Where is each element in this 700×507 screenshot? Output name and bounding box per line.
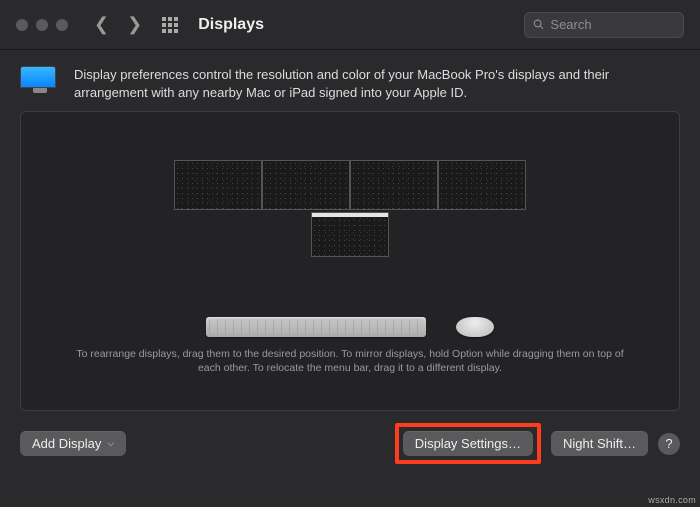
toolbar: ❮ ❯ Displays <box>0 0 700 50</box>
forward-button[interactable]: ❯ <box>127 14 142 35</box>
display-settings-label: Display Settings… <box>415 436 521 451</box>
night-shift-button[interactable]: Night Shift… <box>551 431 648 456</box>
search-field[interactable] <box>524 12 684 38</box>
window-controls <box>16 19 68 31</box>
watermark: wsxdn.com <box>648 495 696 505</box>
macbook-display[interactable] <box>311 212 389 257</box>
description-row: Display preferences control the resoluti… <box>0 50 700 111</box>
menu-bar-indicator[interactable] <box>312 213 388 217</box>
external-display-1[interactable] <box>174 160 262 210</box>
add-display-label: Add Display <box>32 436 101 451</box>
external-display-4[interactable] <box>438 160 526 210</box>
external-display-3[interactable] <box>350 160 438 210</box>
annotation-highlight: Display Settings… <box>395 423 541 464</box>
displays-top-row <box>174 160 526 210</box>
night-shift-label: Night Shift… <box>563 436 636 451</box>
search-input[interactable] <box>550 17 675 32</box>
preferences-window: ❮ ❯ Displays Display preferences control… <box>0 0 700 507</box>
keyboard-icon <box>206 317 426 337</box>
show-all-icon[interactable] <box>162 17 178 33</box>
bottom-bar: Add Display ⌵ Display Settings… Night Sh… <box>0 411 700 476</box>
nav-arrows: ❮ ❯ <box>94 14 142 35</box>
back-button[interactable]: ❮ <box>94 14 109 35</box>
help-label: ? <box>665 436 672 451</box>
keyboard-mouse-graphic <box>206 317 494 337</box>
displays-bottom-row <box>311 210 389 257</box>
chevron-down-icon: ⌵ <box>107 438 114 449</box>
minimize-window[interactable] <box>36 19 48 31</box>
mouse-icon <box>456 317 494 337</box>
zoom-window[interactable] <box>56 19 68 31</box>
help-button[interactable]: ? <box>658 433 680 455</box>
display-settings-button[interactable]: Display Settings… <box>403 431 533 456</box>
display-arrangement-area: To rearrange displays, drag them to the … <box>20 111 680 411</box>
description-text: Display preferences control the resoluti… <box>74 66 680 101</box>
page-title: Displays <box>198 16 264 34</box>
search-icon <box>533 18 544 31</box>
add-display-button[interactable]: Add Display ⌵ <box>20 431 126 456</box>
arrangement-hint: To rearrange displays, drag them to the … <box>21 347 679 375</box>
displays-icon <box>20 66 60 101</box>
external-display-2[interactable] <box>262 160 350 210</box>
close-window[interactable] <box>16 19 28 31</box>
